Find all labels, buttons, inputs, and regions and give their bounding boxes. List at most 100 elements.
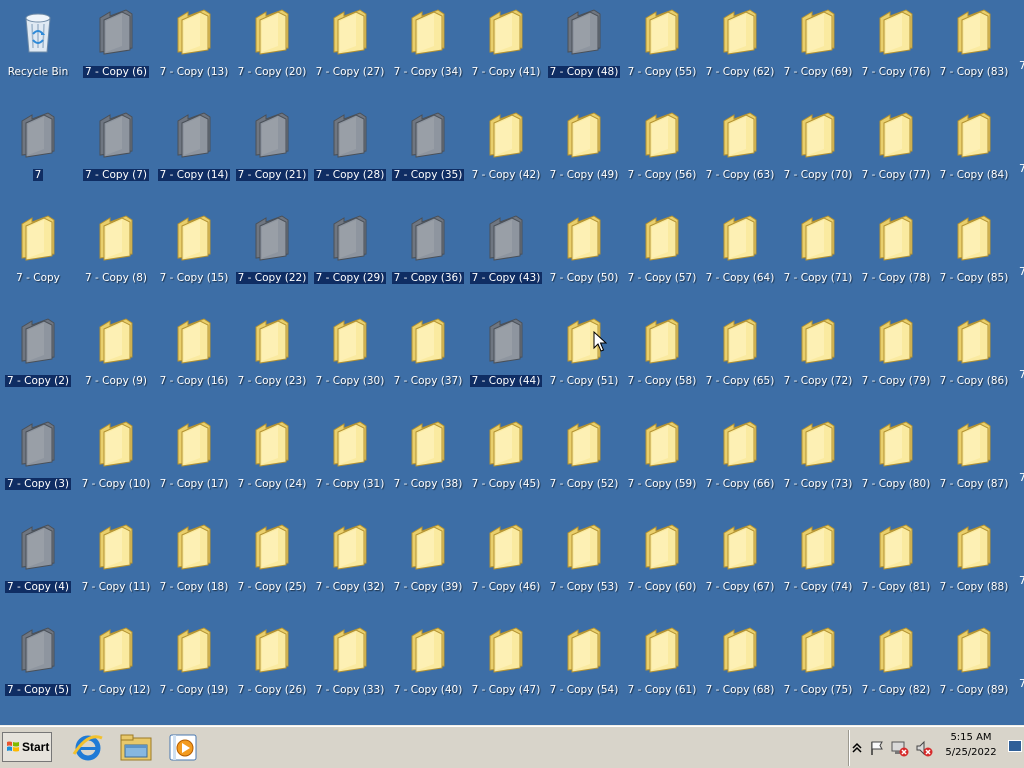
desktop-folder-icon[interactable]: 7 - Copy (15)	[156, 208, 232, 308]
desktop-folder-icon[interactable]: 7 - Copy (17)	[156, 414, 232, 514]
desktop-folder-icon[interactable]: 7	[0, 105, 76, 205]
desktop-folder-icon[interactable]: 7 - Copy (54)	[546, 620, 622, 720]
desktop-folder-icon[interactable]: 7 - Copy (14)	[156, 105, 232, 205]
desktop-folder-icon[interactable]: 7 - Copy (49)	[546, 105, 622, 205]
desktop-folder-icon[interactable]: 7 - Copy (39)	[390, 517, 466, 617]
desktop-folder-icon[interactable]: 7 - Copy (29)	[312, 208, 388, 308]
desktop-folder-icon[interactable]: 7 - Copy (82)	[858, 620, 934, 720]
desktop-folder-icon[interactable]: 7 - Copy (50)	[546, 208, 622, 308]
desktop-folder-icon[interactable]: 7 - Copy (77)	[858, 105, 934, 205]
desktop-folder-icon[interactable]: 7 - Copy (25)	[234, 517, 310, 617]
desktop-folder-icon[interactable]: 7 - Copy (65)	[702, 311, 778, 411]
desktop-folder-icon[interactable]: 7 - Copy (4)	[0, 517, 76, 617]
desktop-folder-icon[interactable]: 7 - Copy (76)	[858, 2, 934, 102]
desktop-folder-icon[interactable]: 7 - Copy (86)	[936, 311, 1012, 411]
desktop-folder-icon[interactable]: 7 - Copy	[0, 208, 76, 308]
desktop-folder-icon[interactable]: 7 - Copy (51)	[546, 311, 622, 411]
desktop-folder-icon[interactable]: 7 - Copy (61)	[624, 620, 700, 720]
desktop-folder-icon[interactable]: 7 - Copy (58)	[624, 311, 700, 411]
desktop-folder-icon[interactable]: 7 - Copy (84)	[936, 105, 1012, 205]
desktop-folder-icon[interactable]: 7 - Copy (64)	[702, 208, 778, 308]
desktop-icon-recycle-bin[interactable]: Recycle Bin	[0, 2, 76, 102]
desktop-folder-icon[interactable]: 7 - Copy (22)	[234, 208, 310, 308]
desktop-folder-icon[interactable]: 7 - Copy (3)	[0, 414, 76, 514]
clock-date[interactable]: 5/25/2022	[941, 747, 1001, 758]
desktop-folder-icon[interactable]: 7 - Copy (26)	[234, 620, 310, 720]
desktop-folder-icon[interactable]: 7 - Copy (45)	[468, 414, 544, 514]
desktop-folder-icon[interactable]: 7 - Copy (9)	[78, 311, 154, 411]
desktop-folder-icon[interactable]: 7 - Copy (31)	[312, 414, 388, 514]
show-desktop-button[interactable]	[1008, 740, 1022, 752]
desktop-folder-icon[interactable]: 7 - Copy (41)	[468, 2, 544, 102]
desktop-folder-icon[interactable]: 7 - Copy (37)	[390, 311, 466, 411]
desktop-folder-icon[interactable]: 7 - Copy (89)	[936, 620, 1012, 720]
desktop-folder-icon[interactable]: 7 - Copy (38)	[390, 414, 466, 514]
clock-time[interactable]: 5:15 AM	[941, 732, 1001, 743]
desktop-folder-icon[interactable]: 7 - Copy (7)	[78, 105, 154, 205]
desktop-folder-icon[interactable]: 7 - Copy (69)	[780, 2, 856, 102]
desktop-folder-icon[interactable]: 7 - Copy (56)	[624, 105, 700, 205]
desktop-folder-icon[interactable]: 7 - Copy (80)	[858, 414, 934, 514]
volume-muted-icon[interactable]	[915, 739, 933, 757]
desktop-folder-icon[interactable]: 7 - Copy (74)	[780, 517, 856, 617]
desktop-folder-icon[interactable]: 7 - Copy (79)	[858, 311, 934, 411]
desktop-folder-icon[interactable]: 7 - Copy (18)	[156, 517, 232, 617]
desktop-folder-icon[interactable]: 7 - Copy (11)	[78, 517, 154, 617]
desktop-folder-icon[interactable]: 7 - Copy (21)	[234, 105, 310, 205]
desktop-folder-icon[interactable]: 7 - Copy (2)	[0, 311, 76, 411]
taskbar-app-internet-explorer[interactable]	[70, 730, 106, 764]
desktop-folder-icon[interactable]: 7 - Copy (27)	[312, 2, 388, 102]
desktop-folder-icon[interactable]: 7 - Copy (46)	[468, 517, 544, 617]
desktop-folder-icon[interactable]: 7 - Copy (52)	[546, 414, 622, 514]
desktop-folder-icon[interactable]: 7 - Copy (68)	[702, 620, 778, 720]
desktop-folder-icon[interactable]: 7 - Copy (19)	[156, 620, 232, 720]
desktop-folder-icon[interactable]: 7 - Copy (83)	[936, 2, 1012, 102]
desktop-folder-icon[interactable]: 7 - Copy (59)	[624, 414, 700, 514]
desktop-folder-icon[interactable]: 7 - Copy (16)	[156, 311, 232, 411]
start-button[interactable]: Start	[2, 732, 52, 762]
desktop-folder-icon[interactable]: 7 - Copy (32)	[312, 517, 388, 617]
desktop-folder-icon[interactable]: 7 - Copy (63)	[702, 105, 778, 205]
desktop-folder-icon[interactable]: 7 - Copy (60)	[624, 517, 700, 617]
desktop-folder-icon[interactable]: 7 - Copy (12)	[78, 620, 154, 720]
desktop-folder-icon[interactable]: 7 - Copy (8)	[78, 208, 154, 308]
desktop-folder-icon[interactable]: 7 - Copy (47)	[468, 620, 544, 720]
desktop-folder-icon[interactable]: 7 - Copy (30)	[312, 311, 388, 411]
desktop-folder-icon[interactable]: 7 - Copy (36)	[390, 208, 466, 308]
desktop[interactable]: Recycle Bin 7 7 - Copy 7 - Copy (2) 7 - …	[0, 0, 1024, 725]
desktop-folder-icon[interactable]: 7 - Copy (40)	[390, 620, 466, 720]
desktop-folder-icon[interactable]: 7 - Copy (66)	[702, 414, 778, 514]
desktop-folder-icon[interactable]: 7 - Copy (72)	[780, 311, 856, 411]
desktop-folder-icon[interactable]: 7 - Copy (42)	[468, 105, 544, 205]
desktop-folder-icon[interactable]: 7 - Copy (71)	[780, 208, 856, 308]
show-hidden-icons-chevron[interactable]	[851, 741, 863, 755]
desktop-folder-icon[interactable]: 7 - Copy (88)	[936, 517, 1012, 617]
desktop-folder-icon[interactable]: 7 - Copy (20)	[234, 2, 310, 102]
desktop-folder-icon[interactable]: 7 - Copy (85)	[936, 208, 1012, 308]
desktop-folder-icon[interactable]: 7 - Copy (53)	[546, 517, 622, 617]
network-error-icon[interactable]	[891, 739, 909, 757]
desktop-folder-icon[interactable]: 7 - Copy (33)	[312, 620, 388, 720]
desktop-folder-icon[interactable]: 7 - Copy (62)	[702, 2, 778, 102]
desktop-folder-icon[interactable]: 7 - Copy (24)	[234, 414, 310, 514]
desktop-folder-icon[interactable]: 7 - Copy (28)	[312, 105, 388, 205]
desktop-folder-icon[interactable]: 7 - Copy (34)	[390, 2, 466, 102]
desktop-folder-icon[interactable]: 7 - Copy (13)	[156, 2, 232, 102]
desktop-folder-icon[interactable]: 7 - Copy (70)	[780, 105, 856, 205]
desktop-folder-icon[interactable]: 7 - Copy (55)	[624, 2, 700, 102]
taskbar-app-windows-explorer[interactable]	[118, 730, 154, 764]
action-center-flag-icon[interactable]	[869, 740, 885, 756]
desktop-folder-icon[interactable]: 7 - Copy (35)	[390, 105, 466, 205]
desktop-folder-icon[interactable]: 7 - Copy (57)	[624, 208, 700, 308]
desktop-folder-icon[interactable]: 7 - Copy (78)	[858, 208, 934, 308]
desktop-folder-icon[interactable]: 7 - Copy (73)	[780, 414, 856, 514]
desktop-folder-icon[interactable]: 7 - Copy (10)	[78, 414, 154, 514]
desktop-folder-icon[interactable]: 7 - Copy (44)	[468, 311, 544, 411]
taskbar-app-media-player[interactable]	[166, 730, 202, 764]
desktop-folder-icon[interactable]: 7 - Copy (5)	[0, 620, 76, 720]
desktop-folder-icon[interactable]: 7 - Copy (48)	[546, 2, 622, 102]
desktop-folder-icon[interactable]: 7 - Copy (67)	[702, 517, 778, 617]
desktop-folder-icon[interactable]: 7 - Copy (75)	[780, 620, 856, 720]
desktop-folder-icon[interactable]: 7 - Copy (81)	[858, 517, 934, 617]
desktop-folder-icon[interactable]: 7 - Copy (87)	[936, 414, 1012, 514]
